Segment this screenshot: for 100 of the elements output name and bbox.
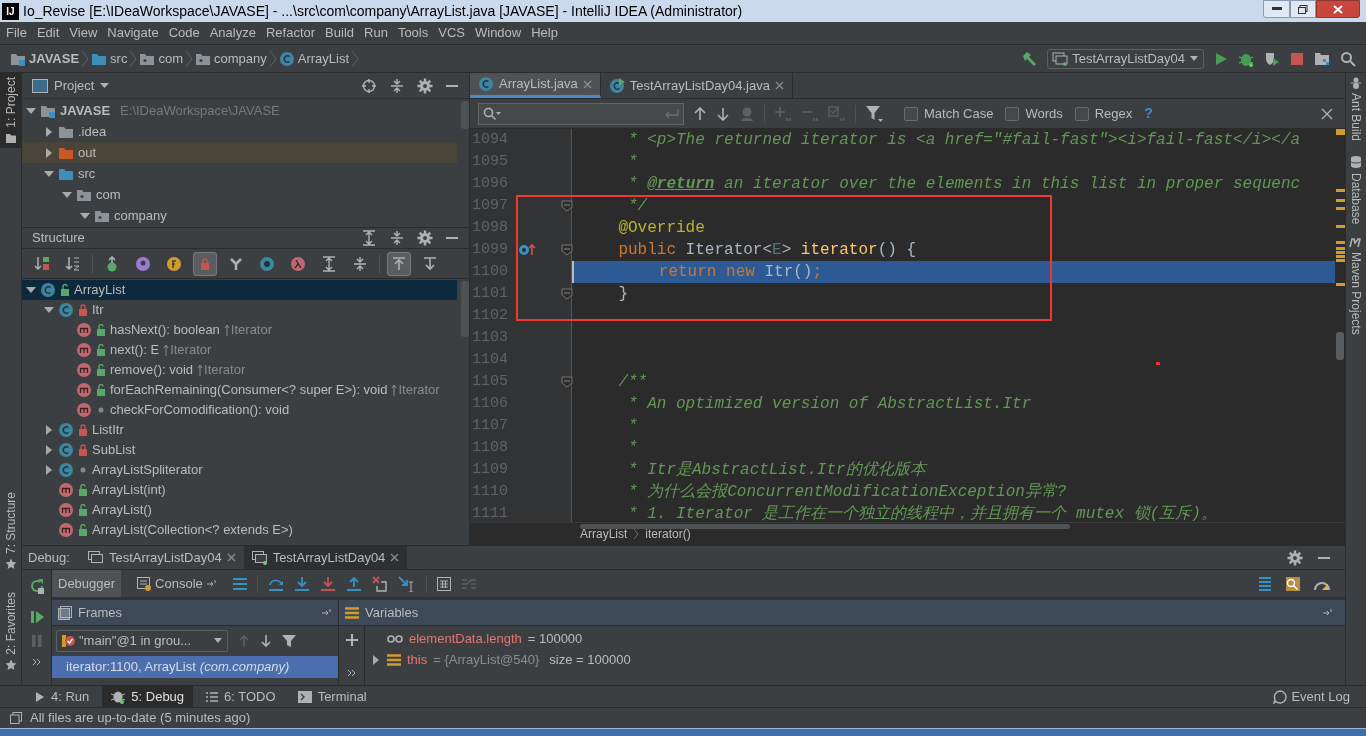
structure-row[interactable]: ArrayListSpliterator	[22, 460, 457, 480]
structure-row[interactable]: checkForComodification(): void	[22, 400, 457, 420]
settings-icon[interactable]	[417, 230, 433, 246]
settings-icon[interactable]	[1287, 549, 1303, 566]
menu-item[interactable]: Navigate	[102, 23, 164, 43]
breadcrumb-item[interactable]: JAVASE	[8, 48, 82, 69]
collapse-all-icon[interactable]	[389, 230, 405, 246]
down-arrow-icon[interactable]	[260, 634, 272, 648]
search-icon[interactable]	[1340, 50, 1356, 67]
menu-item[interactable]: VCS	[433, 23, 470, 43]
tool-window-tab[interactable]: Ant Build	[1347, 77, 1365, 142]
structure-row[interactable]: ArrayList	[22, 280, 457, 300]
option-checkbox[interactable]: Words	[1005, 103, 1063, 124]
option-checkbox[interactable]: Match Case	[904, 103, 994, 124]
breadcrumb-item[interactable]: com	[137, 48, 185, 69]
pin-icon[interactable]	[1323, 608, 1333, 617]
drop-frame-icon[interactable]	[371, 575, 388, 592]
autoscroll-to-source-toggle[interactable]	[387, 251, 411, 276]
structure-row[interactable]: ArrayList(Collection<? extends E>)	[22, 520, 457, 540]
close-icon[interactable]	[390, 553, 400, 562]
debugger-tab[interactable]: Debugger	[52, 570, 122, 597]
tool-window-tab[interactable]: 7: Structure	[0, 488, 21, 575]
next-occurrence-icon[interactable]	[716, 106, 730, 121]
menu-item[interactable]: Window	[469, 23, 527, 43]
project-structure-icon[interactable]	[1314, 51, 1330, 66]
expand-all-icon[interactable]	[361, 230, 377, 246]
scrollbar-thumb[interactable]	[461, 281, 469, 337]
breadcrumb-item[interactable]: ArrayList	[580, 525, 628, 543]
scrollbar-thumb[interactable]	[461, 101, 469, 129]
collapse-all-icon[interactable]	[389, 77, 405, 94]
menu-item[interactable]: View	[64, 23, 103, 43]
option-checkbox[interactable]: Regex	[1074, 103, 1133, 124]
close-icon[interactable]	[226, 553, 236, 562]
tool-window-tab[interactable]: Database	[1347, 155, 1365, 225]
thread-dropdown[interactable]: "main"@1 in grou...	[56, 630, 228, 652]
search-field[interactable]	[478, 102, 684, 125]
tree-row[interactable]: com	[22, 184, 457, 205]
fold-marker-icon[interactable]	[561, 244, 573, 256]
fold-marker-icon[interactable]	[561, 288, 573, 300]
tool-window-tab[interactable]: 2: Favorites	[0, 588, 21, 675]
breadcrumb-item[interactable]: company	[193, 48, 269, 69]
debugger-tab[interactable]: Console	[131, 570, 223, 597]
tool-window-tab[interactable]: 4: Run	[26, 686, 99, 707]
editor-tab[interactable]: ArrayList.java	[470, 73, 601, 98]
maximize-button[interactable]	[1290, 0, 1316, 18]
menu-item[interactable]: Refactor	[260, 23, 321, 43]
help-link[interactable]: ?	[1144, 103, 1153, 124]
structure-row[interactable]: next(): E Iterator	[22, 340, 457, 360]
force-step-into-icon[interactable]	[319, 575, 336, 592]
editor-tab[interactable]: TestArrayListDay04.java	[600, 73, 793, 98]
filter-icon[interactable]	[282, 634, 296, 648]
collapsed-arrow-icon[interactable]	[44, 146, 54, 159]
structure-row[interactable]: forEachRemaining(Consumer<? super E>): void Iterator	[22, 380, 457, 400]
breadcrumb-item[interactable]: src	[89, 48, 130, 69]
override-marker-icon[interactable]	[518, 242, 536, 256]
collapsed-arrow-icon[interactable]	[44, 444, 54, 456]
tree-row[interactable]: JAVASE E:\IDeaWorkspace\JAVASE	[22, 100, 457, 121]
tool-window-tab[interactable]: 6: TODO	[197, 686, 285, 707]
filter-icon[interactable]	[865, 104, 883, 123]
run-to-cursor-icon[interactable]	[397, 575, 416, 592]
more-icon[interactable]	[346, 669, 357, 677]
tool-window-tab[interactable]: 5: Debug	[102, 686, 194, 707]
structure-row[interactable]: ArrayList()	[22, 500, 457, 520]
hammer-icon[interactable]	[1021, 50, 1038, 67]
pin-icon[interactable]	[322, 608, 332, 617]
more-icon[interactable]	[31, 658, 42, 666]
settings-icon[interactable]	[417, 77, 433, 94]
stop-icon[interactable]	[1290, 51, 1304, 66]
step-into-icon[interactable]	[293, 575, 310, 592]
collapsed-arrow-icon[interactable]	[44, 424, 54, 436]
tree-row[interactable]: src	[22, 163, 457, 184]
menu-item[interactable]: Build	[320, 23, 359, 43]
rerun-icon[interactable]	[28, 578, 45, 594]
tool-window-tab[interactable]: Maven Projects	[1347, 238, 1365, 336]
minimize-button[interactable]	[1263, 0, 1290, 18]
event-log-button[interactable]: Event Log	[1273, 686, 1350, 707]
structure-row[interactable]: remove(): void Iterator	[22, 360, 457, 380]
session-tab[interactable]: TestArrayListDay04	[243, 546, 408, 569]
fold-marker-icon[interactable]	[561, 376, 573, 388]
breadcrumb-item[interactable]: iterator()	[645, 525, 691, 543]
tool-window-tab[interactable]: Terminal	[288, 686, 376, 707]
structure-row[interactable]: SubList	[22, 440, 457, 460]
menu-item[interactable]: Code	[163, 23, 205, 43]
menu-item[interactable]: File	[1, 23, 32, 43]
calculator-icon[interactable]	[436, 576, 451, 591]
run-config-dropdown[interactable]: TestArrayListDay04	[1047, 48, 1204, 69]
step-out-icon[interactable]	[345, 575, 362, 592]
close-icon[interactable]	[774, 81, 784, 90]
shield-run-icon[interactable]	[1264, 50, 1280, 67]
menu-item[interactable]: Tools	[392, 23, 434, 43]
view-breakpoints-icon[interactable]	[1285, 575, 1301, 592]
restore-layout-icon[interactable]	[1257, 575, 1273, 592]
run-icon[interactable]	[1214, 51, 1228, 66]
close-icon[interactable]	[1321, 107, 1333, 120]
resume-icon[interactable]	[29, 610, 44, 624]
collapsed-arrow-icon[interactable]	[44, 125, 54, 138]
previous-occurrence-icon[interactable]	[693, 106, 707, 121]
session-tab[interactable]: TestArrayListDay04	[79, 546, 244, 569]
close-button[interactable]	[1316, 0, 1360, 18]
lock-toggle[interactable]	[193, 251, 217, 276]
